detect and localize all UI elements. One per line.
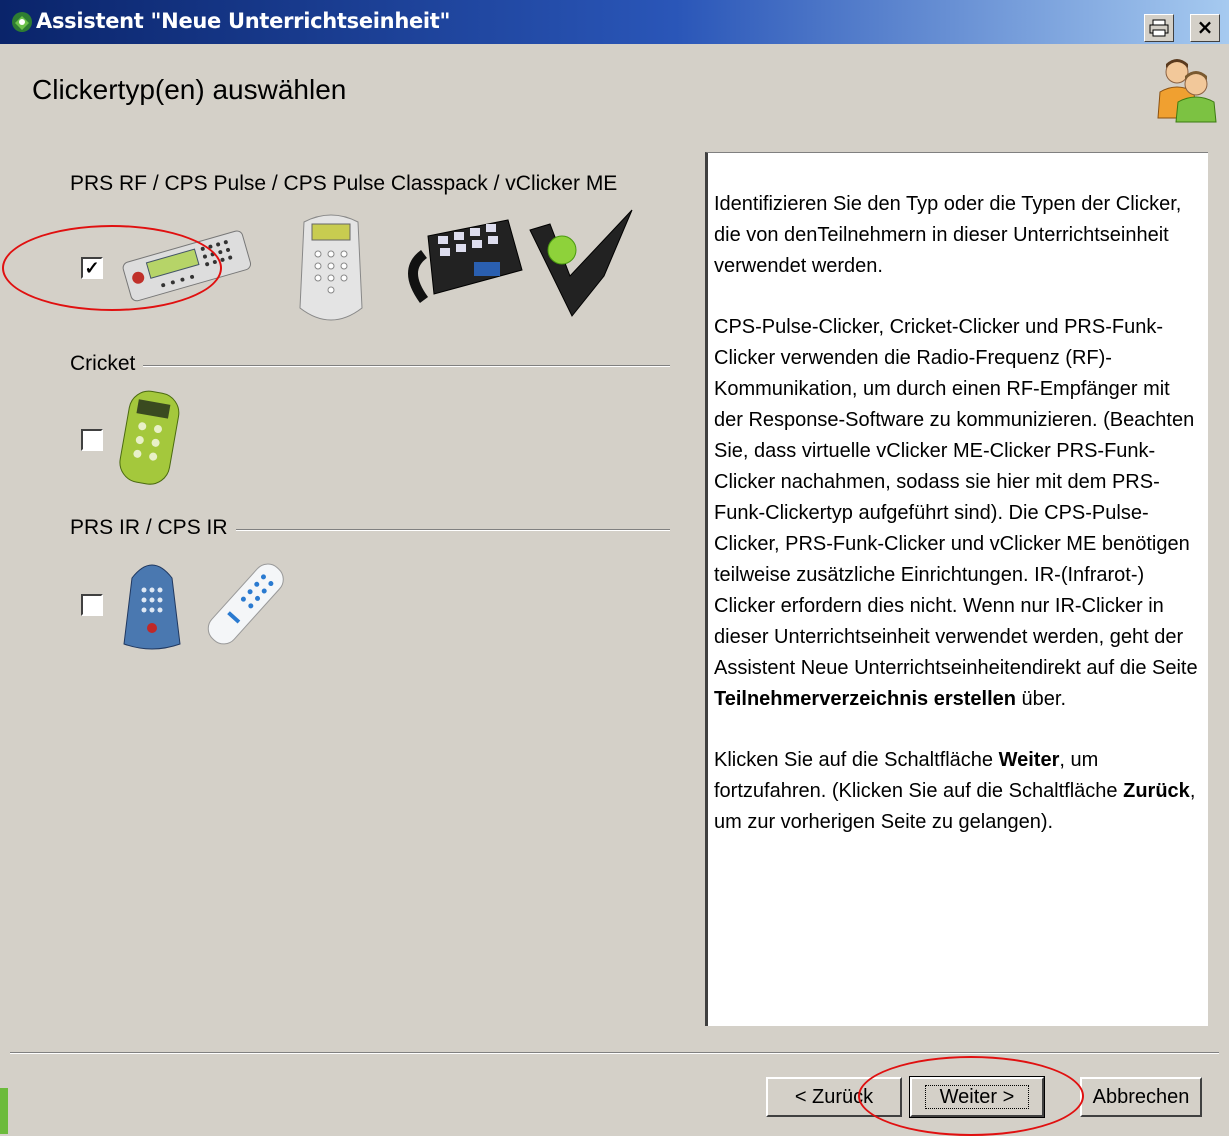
page-title: Clickertyp(en) auswählen (32, 74, 347, 105)
classpack-case-icon (408, 219, 523, 303)
vclicker-checkmark-icon (529, 209, 633, 317)
help-paragraph-2: CPS-Pulse-Clicker, Cricket-Clicker und P… (714, 316, 1198, 710)
group-label-prs-ir: PRS IR / CPS IR (70, 516, 236, 540)
title-bar: Assistent "Neue Unterrichtseinheit" × (0, 0, 1229, 44)
cricket-clicker-icon (119, 390, 180, 485)
background-strip (0, 1088, 8, 1134)
checkbox-cricket[interactable] (81, 429, 103, 451)
footer-separator (10, 1052, 1219, 1054)
group-divider-cricket (70, 365, 670, 367)
app-logo-icon (12, 12, 32, 32)
group-label-prs-rf: PRS RF / CPS Pulse / CPS Pulse Classpack… (70, 172, 626, 196)
cancel-button[interactable]: Abbrechen (1080, 1077, 1202, 1117)
help-paragraph-1: Identifizieren Sie den Typ oder die Type… (714, 193, 1182, 277)
annotation-circle-checkbox (2, 225, 222, 311)
help-paragraph-3: Klicken Sie auf die Schaltfläche Weiter,… (714, 749, 1196, 833)
users-icon (1157, 59, 1217, 123)
cps-ir-clicker-icon (207, 563, 284, 645)
close-button[interactable]: × (1190, 14, 1220, 42)
checkbox-prs-ir[interactable] (81, 594, 103, 616)
help-panel: Identifizieren Sie den Typ oder die Type… (705, 152, 1208, 1026)
annotation-circle-next (858, 1056, 1084, 1136)
prs-ir-clicker-icon (123, 564, 181, 650)
window-title: Assistent "Neue Unterrichtseinheit" (36, 9, 451, 33)
cps-pulse-clicker-icon (299, 214, 363, 321)
group-label-cricket: Cricket (70, 352, 144, 376)
printer-icon[interactable] (1144, 14, 1174, 42)
